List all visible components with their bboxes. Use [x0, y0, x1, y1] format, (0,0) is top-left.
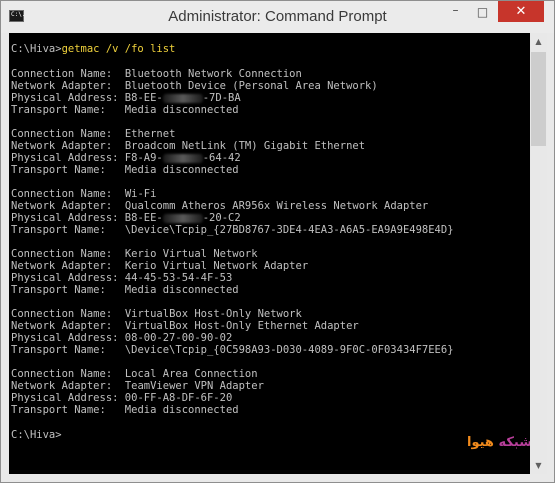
physical-suffix: -64-42 [202, 152, 241, 164]
transport-label: Transport Name: [11, 104, 106, 116]
redacted-blur [162, 93, 203, 103]
connection-name-line: Connection Name: Ethernet [11, 128, 175, 140]
connection-label: Connection Name: [11, 248, 113, 260]
physical-label: Physical Address: [11, 92, 119, 104]
physical-prefix: B8-EE- [124, 92, 163, 104]
transport-name-line: Transport Name: Media disconnected [11, 284, 239, 296]
final-prompt[interactable]: C:\Hiva> [11, 429, 62, 441]
connection-name-line: Connection Name: Bluetooth Network Conne… [11, 68, 302, 80]
adapter-value: VirtualBox Host-Only Ethernet Adapter [124, 320, 359, 332]
physical-suffix: -20-C2 [202, 212, 241, 224]
physical-value: 44-45-53-54-4F-53 [124, 272, 233, 284]
transport-label: Transport Name: [11, 284, 106, 296]
physical-value: 08-00-27-00-90-02 [124, 332, 233, 344]
transport-name-line: Transport Name: Media disconnected [11, 104, 239, 116]
connection-value: VirtualBox Host-Only Network [124, 308, 302, 320]
close-button[interactable]: ✕ [498, 1, 544, 22]
command-line: C:\Hiva>getmac /v /fo list [11, 43, 175, 55]
physical-address-line: Physical Address: 00-FF-A8-DF-6F-20 [11, 392, 232, 404]
transport-name-line: Transport Name: \Device\Tcpip_{27BD8767-… [11, 224, 454, 236]
transport-label: Transport Name: [11, 404, 106, 416]
transport-value: \Device\Tcpip_{0C598A93-D030-4089-9F0C-0… [124, 344, 454, 356]
physical-prefix: F8-A9- [124, 152, 163, 164]
adapter-label: Network Adapter: [11, 80, 113, 92]
adapter-label: Network Adapter: [11, 380, 113, 392]
transport-name-line: Transport Name: Media disconnected [11, 164, 239, 176]
adapter-label: Network Adapter: [11, 140, 113, 152]
connection-label: Connection Name: [11, 368, 113, 380]
connection-label: Connection Name: [11, 188, 113, 200]
physical-label: Physical Address: [11, 392, 119, 404]
physical-label: Physical Address: [11, 152, 119, 164]
scroll-up-arrow-icon[interactable]: ▲ [530, 33, 547, 50]
connection-name-line: Connection Name: Local Area Connection [11, 368, 258, 380]
transport-name-line: Transport Name: Media disconnected [11, 404, 239, 416]
typed-command: getmac /v /fo list [61, 43, 176, 55]
transport-value: Media disconnected [124, 404, 239, 416]
transport-label: Transport Name: [11, 344, 106, 356]
redacted-blur [162, 153, 203, 163]
transport-value: Media disconnected [124, 104, 239, 116]
connection-value: Local Area Connection [124, 368, 258, 380]
connection-value: Ethernet [124, 128, 176, 140]
transport-name-line: Transport Name: \Device\Tcpip_{0C598A93-… [11, 344, 454, 356]
network-adapter-line: Network Adapter: Broadcom NetLink (TM) G… [11, 140, 365, 152]
title-bar[interactable]: C:\. Administrator: Command Prompt – □ ✕ [1, 1, 554, 33]
connection-value: Wi-Fi [124, 188, 157, 200]
connection-label: Connection Name: [11, 308, 113, 320]
network-adapter-line: Network Adapter: TeamViewer VPN Adapter [11, 380, 264, 392]
adapter-label: Network Adapter: [11, 320, 113, 332]
adapter-value: Kerio Virtual Network Adapter [124, 260, 309, 272]
physical-label: Physical Address: [11, 272, 119, 284]
connection-label: Connection Name: [11, 68, 113, 80]
transport-label: Transport Name: [11, 164, 106, 176]
physical-address-line: Physical Address: B8-EE- -20-C2 [11, 212, 241, 224]
physical-address-line: Physical Address: 08-00-27-00-90-02 [11, 332, 232, 344]
physical-prefix: B8-EE- [124, 212, 163, 224]
transport-label: Transport Name: [11, 224, 106, 236]
network-adapter-line: Network Adapter: Qualcomm Atheros AR956x… [11, 200, 428, 212]
network-adapter-line: Network Adapter: Bluetooth Device (Perso… [11, 80, 378, 92]
console-output[interactable]: C:\Hiva>getmac /v /fo list Connection Na… [9, 33, 530, 474]
connection-name-line: Connection Name: Wi-Fi [11, 188, 156, 200]
physical-label: Physical Address: [11, 332, 119, 344]
physical-address-line: Physical Address: B8-EE- -7D-BA [11, 92, 241, 104]
watermark-part-b: شبکه [498, 435, 530, 450]
transport-value: Media disconnected [124, 164, 239, 176]
connection-value: Bluetooth Network Connection [124, 68, 302, 80]
connection-label: Connection Name: [11, 128, 113, 140]
network-adapter-line: Network Adapter: Kerio Virtual Network A… [11, 260, 308, 272]
adapter-label: Network Adapter: [11, 200, 113, 212]
physical-label: Physical Address: [11, 212, 119, 224]
adapter-value: Bluetooth Device (Personal Area Network) [124, 80, 378, 92]
transport-value: Media disconnected [124, 284, 239, 296]
physical-suffix: -7D-BA [202, 92, 241, 104]
connection-name-line: Connection Name: VirtualBox Host-Only Ne… [11, 308, 302, 320]
network-adapter-line: Network Adapter: VirtualBox Host-Only Et… [11, 320, 359, 332]
redacted-blur [162, 213, 203, 223]
watermark-logo: شبکه هیوا [467, 435, 530, 450]
prompt-path: C:\Hiva> [11, 43, 62, 55]
minimize-button[interactable]: – [442, 1, 469, 22]
physical-address-line: Physical Address: F8-A9- -64-42 [11, 152, 241, 164]
physical-value: 00-FF-A8-DF-6F-20 [124, 392, 233, 404]
command-prompt-window: C:\. Administrator: Command Prompt – □ ✕… [0, 0, 555, 483]
adapter-value: Qualcomm Atheros AR956x Wireless Network… [124, 200, 429, 212]
vertical-scrollbar[interactable]: ▲ ▼ [530, 33, 547, 474]
maximize-button[interactable]: □ [469, 1, 496, 22]
connection-name-line: Connection Name: Kerio Virtual Network [11, 248, 258, 260]
scroll-thumb[interactable] [531, 52, 546, 146]
scroll-down-arrow-icon[interactable]: ▼ [530, 457, 547, 474]
physical-address-line: Physical Address: 44-45-53-54-4F-53 [11, 272, 232, 284]
watermark-part-a: هیوا [467, 435, 494, 450]
adapter-label: Network Adapter: [11, 260, 113, 272]
adapter-value: Broadcom NetLink (TM) Gigabit Ethernet [124, 140, 366, 152]
adapter-value: TeamViewer VPN Adapter [124, 380, 264, 392]
connection-value: Kerio Virtual Network [124, 248, 258, 260]
transport-value: \Device\Tcpip_{27BD8767-3DE4-4EA3-A6A5-E… [124, 224, 454, 236]
